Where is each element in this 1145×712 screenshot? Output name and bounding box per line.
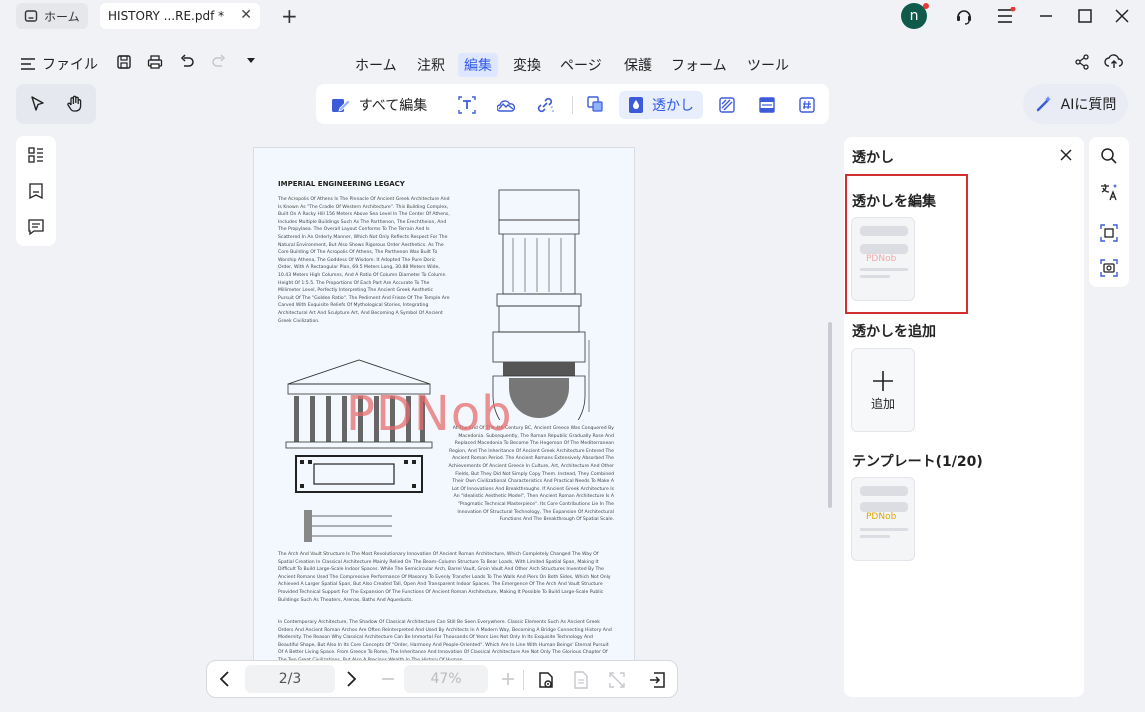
collapse-toolbar-icon[interactable] <box>648 670 668 690</box>
translate-icon[interactable] <box>1099 182 1119 202</box>
menu-form[interactable]: フォーム <box>665 53 733 77</box>
ask-ai-label: AIに質問 <box>1060 97 1117 113</box>
menu-edit[interactable]: 編集 <box>458 53 498 77</box>
new-tab-button[interactable]: + <box>281 4 298 28</box>
avatar-letter: n <box>909 8 919 24</box>
menu-convert[interactable]: 変換 <box>507 53 547 77</box>
hand-tool-icon[interactable] <box>65 94 85 114</box>
search-icon[interactable] <box>1100 147 1118 165</box>
background-icon[interactable] <box>718 96 736 114</box>
fit-page-icon[interactable] <box>572 670 590 690</box>
edit-all-button[interactable]: すべて編集 <box>328 91 430 119</box>
file-menu-label: ファイル <box>42 57 98 73</box>
close-panel-icon[interactable] <box>1059 148 1073 162</box>
minimize-icon[interactable] <box>1038 8 1054 24</box>
zoom-in-icon[interactable] <box>500 671 516 687</box>
document-scrollbar[interactable] <box>828 322 832 508</box>
column-drawing <box>492 189 590 420</box>
plus-icon <box>873 370 893 391</box>
hamburger-menu-icon[interactable] <box>996 7 1016 25</box>
panel-title: 透かし <box>852 150 894 166</box>
header-footer-icon[interactable] <box>758 96 776 114</box>
zoom-level-input[interactable]: 47% <box>404 665 488 693</box>
tab-document[interactable]: HISTORY ...RE.pdf * ✕ <box>100 3 260 29</box>
edit-all-icon <box>331 99 351 112</box>
existing-watermark-thumbnail[interactable]: PDNob <box>851 217 915 301</box>
ocr-icon[interactable] <box>586 95 604 113</box>
read-mode-icon[interactable] <box>536 670 556 690</box>
document-paragraph-1: The Acropolis Of Athens Is The Pinnacle … <box>278 197 450 324</box>
add-text-icon[interactable] <box>458 96 476 114</box>
thumbnail-watermark-text: PDNob <box>866 254 897 264</box>
zoom-out-icon[interactable] <box>380 671 396 687</box>
next-page-icon[interactable] <box>344 670 358 688</box>
quick-access-dropdown-icon[interactable] <box>246 57 256 65</box>
document-page[interactable]: IMPERIAL ENGINEERING LEGACY The Acropoli… <box>253 147 635 667</box>
menu-annotate[interactable]: 注釈 <box>411 53 451 77</box>
maximize-icon[interactable] <box>1077 8 1093 24</box>
pager-divider <box>523 670 524 690</box>
avatar[interactable]: n <box>901 3 929 29</box>
thumbnails-icon[interactable] <box>27 146 45 164</box>
tab-document-label: HISTORY ...RE.pdf * <box>108 9 225 23</box>
ai-sparkle-icon <box>1036 96 1051 112</box>
watermark-tool-label: 透かし <box>652 98 694 114</box>
bates-number-icon[interactable] <box>798 96 816 114</box>
print-icon[interactable] <box>147 54 163 70</box>
tab-home-label: ホーム <box>44 9 80 24</box>
column-base-drawing <box>304 510 392 542</box>
edit-all-label: すべて編集 <box>358 98 428 114</box>
fit-width-icon[interactable] <box>608 671 626 689</box>
cloud-upload-icon[interactable] <box>1104 52 1124 70</box>
select-cursor-icon[interactable] <box>29 95 47 113</box>
add-watermark-label: 追加 <box>870 396 895 411</box>
close-tab-icon[interactable]: ✕ <box>240 7 252 23</box>
template-heading: テンプレート(1/20) <box>852 454 983 470</box>
template-watermark-text: PDNob <box>866 512 897 522</box>
headset-icon[interactable] <box>954 6 974 26</box>
watermark-drop-icon <box>629 97 643 113</box>
ask-ai-button[interactable]: AIに質問 <box>1023 84 1128 124</box>
previous-page-icon[interactable] <box>218 670 232 688</box>
crop-scan-icon[interactable] <box>1099 223 1119 243</box>
page-number-input[interactable]: 2/3 <box>245 665 335 693</box>
menu-tools[interactable]: ツール <box>741 53 795 77</box>
menu-home[interactable]: ホーム <box>349 53 403 77</box>
notification-dot <box>923 3 929 9</box>
toolbar-divider <box>572 96 573 114</box>
document-paragraph-3: The Arch And Vault Structure Is The Most… <box>278 552 611 603</box>
template-thumbnail[interactable]: PDNob <box>851 477 915 561</box>
comments-icon[interactable] <box>27 218 45 236</box>
tab-home[interactable]: ホーム <box>16 3 88 29</box>
watermark-tool-button[interactable]: 透かし <box>619 91 703 119</box>
menu-lines-icon <box>21 58 35 70</box>
file-menu[interactable]: ファイル <box>20 54 98 74</box>
add-image-icon[interactable] <box>497 96 515 114</box>
bookmark-icon[interactable] <box>27 182 45 200</box>
redo-icon[interactable] <box>211 54 227 70</box>
document-title: IMPERIAL ENGINEERING LEGACY <box>278 180 405 188</box>
screen-capture-icon[interactable] <box>1099 258 1119 278</box>
menu-page[interactable]: ページ <box>554 53 608 77</box>
close-window-icon[interactable] <box>1114 8 1130 24</box>
watermark-text[interactable]: PDNob <box>346 386 513 442</box>
document-paragraph-4: In Contemporary Architecture, The Shadow… <box>278 620 612 663</box>
add-link-icon[interactable] <box>536 96 556 114</box>
undo-icon[interactable] <box>179 54 195 70</box>
edit-watermark-heading: 透かしを編集 <box>852 194 936 210</box>
save-icon[interactable] <box>116 54 132 70</box>
home-icon <box>24 10 38 22</box>
add-watermark-button[interactable]: 追加 <box>851 348 915 432</box>
share-icon[interactable] <box>1074 54 1090 70</box>
add-watermark-heading: 透かしを追加 <box>852 324 936 340</box>
menu-protect[interactable]: 保護 <box>618 53 658 77</box>
